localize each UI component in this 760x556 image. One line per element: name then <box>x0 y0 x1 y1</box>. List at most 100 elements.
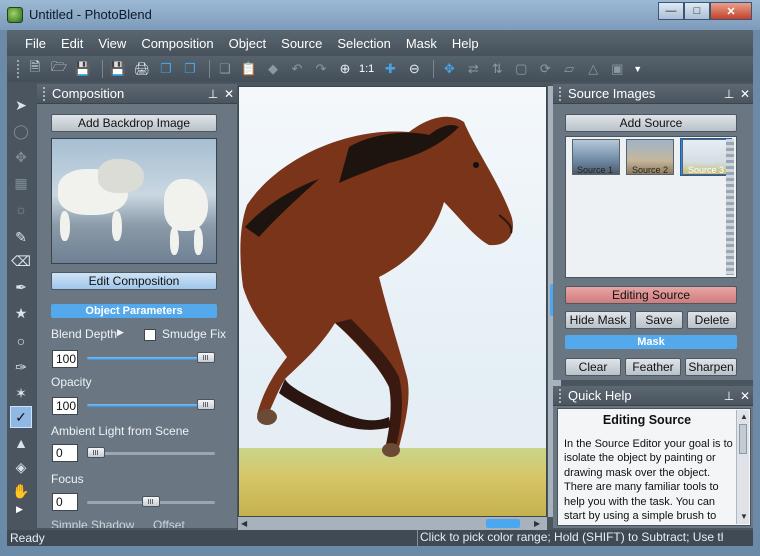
sharpen-mask-button[interactable]: Sharpen <box>685 358 737 376</box>
menu-edit[interactable]: Edit <box>61 36 83 51</box>
rotate-icon[interactable]: ⟳ <box>535 59 555 79</box>
magic-wand-icon[interactable]: ✶ <box>10 382 32 404</box>
horizontal-scroll-thumb[interactable] <box>486 519 520 528</box>
scroll-right-icon[interactable]: ▶ <box>534 519 540 528</box>
menu-view[interactable]: View <box>98 36 126 51</box>
opacity-slider-thumb[interactable] <box>197 399 215 410</box>
grid-tool-icon[interactable]: ▦ <box>10 172 32 194</box>
delete-source-button[interactable]: Delete <box>687 311 737 329</box>
move-tool-icon[interactable]: ✥ <box>10 146 32 168</box>
clear-mask-button[interactable]: Clear <box>565 358 621 376</box>
move-icon[interactable]: ✥ <box>439 59 459 79</box>
blend-depth-value[interactable]: 100 <box>52 350 78 368</box>
pen-tool-icon[interactable]: ✒ <box>10 276 32 298</box>
eraser-tool-icon[interactable]: ⌫ <box>10 250 32 272</box>
opacity-slider[interactable] <box>87 404 215 407</box>
skew-icon[interactable]: ▱ <box>559 59 579 79</box>
perspective-icon[interactable]: △ <box>583 59 603 79</box>
close-panel-icon[interactable]: ✕ <box>221 87 237 101</box>
scroll-left-icon[interactable]: ◀ <box>241 519 247 528</box>
magnet-lasso-icon[interactable]: ○ <box>10 330 32 352</box>
smudge-fix-checkbox[interactable] <box>144 329 156 341</box>
add-source-button[interactable]: Add Source <box>565 114 737 132</box>
brush-tool-icon[interactable]: ✎ <box>10 226 32 248</box>
save-as-icon[interactable]: 💾 <box>108 59 128 79</box>
toolbar-overflow-icon[interactable]: ▼ <box>633 64 642 74</box>
objects-icon[interactable]: ◆ <box>263 59 283 79</box>
ambient-light-value[interactable]: 0 <box>52 444 78 462</box>
menu-source[interactable]: Source <box>281 36 322 51</box>
transform-icon[interactable]: ▢ <box>511 59 531 79</box>
window-controls: — □ ✕ <box>658 2 752 20</box>
hand-tool-icon[interactable]: ✋ <box>10 480 32 502</box>
pin-icon[interactable]: ⊥ <box>721 87 737 101</box>
menu-selection[interactable]: Selection <box>337 36 390 51</box>
menu-help[interactable]: Help <box>452 36 479 51</box>
canvas-horizontal-scrollbar[interactable]: ◀ ▶ <box>238 517 547 530</box>
focus-value[interactable]: 0 <box>52 493 78 511</box>
add-backdrop-image-button[interactable]: Add Backdrop Image <box>51 114 217 132</box>
opacity-value[interactable]: 100 <box>52 397 78 415</box>
quick-help-panel: Quick Help ⊥ ✕ Editing Source In the Sou… <box>553 386 753 528</box>
tag-tool-icon[interactable]: ◈ <box>10 456 32 478</box>
quick-help-scroll-thumb[interactable] <box>739 424 747 454</box>
export-icon[interactable]: 🖨 <box>132 59 152 79</box>
quick-help-scrollbar[interactable]: ▲ ▼ <box>736 410 749 524</box>
scale-icon[interactable]: ▣ <box>607 59 627 79</box>
ambient-light-slider[interactable] <box>87 452 215 455</box>
menu-composition[interactable]: Composition <box>141 36 213 51</box>
object-parameters-header: Object Parameters <box>51 304 217 318</box>
panel-grip[interactable] <box>559 388 562 403</box>
scroll-down-icon[interactable]: ▼ <box>740 512 748 521</box>
pin-icon[interactable]: ⊥ <box>205 87 221 101</box>
close-panel-icon[interactable]: ✕ <box>737 87 753 101</box>
save-icon[interactable]: 💾 <box>73 59 93 79</box>
save-source-button[interactable]: Save <box>635 311 683 329</box>
flip-horizontal-icon[interactable]: ⇄ <box>463 59 483 79</box>
close-button[interactable]: ✕ <box>710 2 752 20</box>
menu-object[interactable]: Object <box>229 36 267 51</box>
duplicate-icon[interactable]: ❐ <box>180 59 200 79</box>
source-list-scrollbar[interactable] <box>726 139 734 275</box>
marker-tool-icon[interactable]: ✑ <box>10 356 32 378</box>
fill-bucket-icon[interactable]: ▲ <box>10 432 32 454</box>
menu-mask[interactable]: Mask <box>406 36 437 51</box>
pointer-tool-icon[interactable]: ➤ <box>10 94 32 116</box>
new-file-icon[interactable]: 🗎 <box>25 59 45 79</box>
image-canvas[interactable] <box>238 86 547 517</box>
close-panel-icon[interactable]: ✕ <box>737 389 753 403</box>
zoom-in-icon[interactable]: ⊕ <box>335 59 355 79</box>
ambient-light-slider-thumb[interactable] <box>87 447 105 458</box>
magic-select-icon[interactable]: ★ <box>10 302 32 324</box>
panel-grip[interactable] <box>559 86 562 101</box>
scroll-up-icon[interactable]: ▲ <box>740 412 748 421</box>
quick-help-panel-header: Quick Help ⊥ ✕ <box>553 386 753 406</box>
blend-depth-slider[interactable] <box>87 357 215 360</box>
paste-icon[interactable]: 📋 <box>239 59 259 79</box>
hide-mask-button[interactable]: Hide Mask <box>565 311 631 329</box>
flip-vertical-icon[interactable]: ⇅ <box>487 59 507 79</box>
copy-layer-icon[interactable]: ❐ <box>156 59 176 79</box>
lasso-tool-icon[interactable]: ◯ <box>10 120 32 142</box>
minimize-button[interactable]: — <box>658 2 684 20</box>
toolbar-grip[interactable] <box>17 60 21 78</box>
pin-icon[interactable]: ⊥ <box>721 389 737 403</box>
color-picker-icon[interactable]: ✓ <box>10 406 32 428</box>
copy-icon[interactable]: ❏ <box>215 59 235 79</box>
light-tool-icon[interactable]: ☼ <box>10 198 32 220</box>
focus-slider-thumb[interactable] <box>142 496 160 507</box>
redo-icon[interactable]: ↷ <box>311 59 331 79</box>
undo-icon[interactable]: ↶ <box>287 59 307 79</box>
menu-file[interactable]: File <box>25 36 46 51</box>
blend-depth-expand-icon[interactable]: ▶ <box>117 327 124 338</box>
fit-window-icon[interactable]: ✚ <box>380 59 400 79</box>
blend-depth-slider-thumb[interactable] <box>197 352 215 363</box>
edit-composition-button[interactable]: Edit Composition <box>51 272 217 290</box>
zoom-out-icon[interactable]: ⊖ <box>404 59 424 79</box>
panel-grip[interactable] <box>43 86 46 101</box>
maximize-button[interactable]: □ <box>684 2 710 20</box>
actual-size-button[interactable]: 1:1 <box>359 63 374 75</box>
feather-mask-button[interactable]: Feather <box>625 358 681 376</box>
open-folder-icon[interactable]: 🗁 <box>49 59 69 79</box>
tool-strip-expand-icon[interactable]: ▶ <box>16 504 23 515</box>
